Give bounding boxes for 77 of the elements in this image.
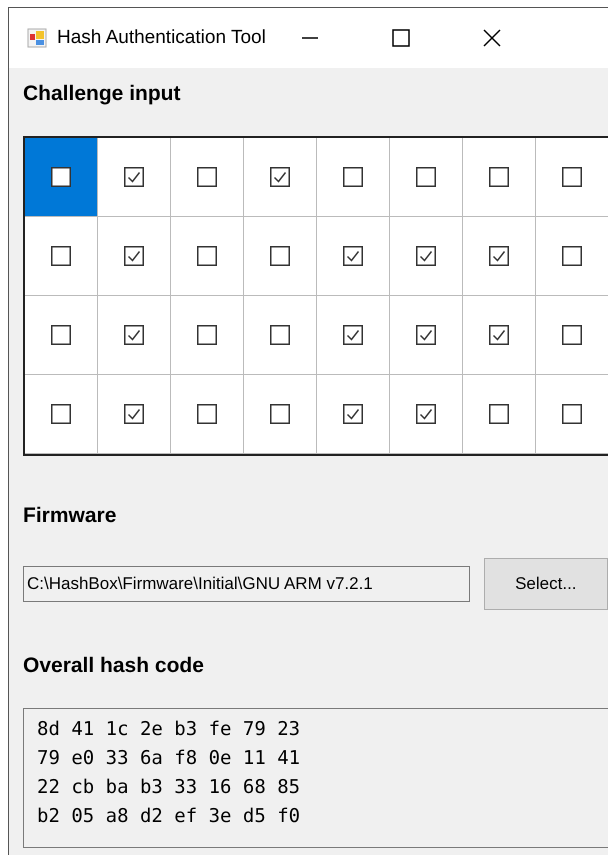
section-label: Firmware — [23, 504, 118, 529]
hash-line: 79 e0 33 6a f8 0e 11 41 — [37, 746, 302, 771]
checkbox[interactable] — [197, 246, 217, 266]
checkbox[interactable] — [51, 246, 71, 266]
grid-cell[interactable] — [390, 138, 463, 217]
checkbox[interactable] — [489, 246, 509, 266]
checkbox[interactable] — [270, 167, 290, 187]
checkbox[interactable] — [124, 246, 144, 266]
checkbox[interactable] — [124, 325, 144, 345]
app-icon — [27, 28, 47, 48]
grid-cell[interactable] — [98, 296, 171, 375]
grid-cell[interactable] — [98, 375, 171, 454]
grid-cell[interactable] — [390, 375, 463, 454]
grid-cell[interactable] — [98, 138, 171, 217]
checkbox[interactable] — [197, 167, 217, 187]
grid-cell[interactable] — [390, 217, 463, 296]
section-label: Overall hash code — [23, 654, 205, 679]
checkbox[interactable] — [416, 167, 436, 187]
checkbox[interactable] — [343, 325, 363, 345]
grid-cell[interactable] — [317, 217, 390, 296]
grid-cell[interactable] — [171, 375, 244, 454]
checkbox[interactable] — [124, 167, 144, 187]
checkbox[interactable] — [197, 325, 217, 345]
maximize-icon[interactable] — [390, 28, 411, 48]
checkbox[interactable] — [562, 325, 582, 345]
hash-line: 8d 41 1c 2e b3 fe 79 23 — [37, 717, 302, 742]
select-button[interactable]: Select... — [484, 558, 608, 610]
checkbox[interactable] — [489, 325, 509, 345]
grid-cell[interactable] — [536, 296, 608, 375]
grid-cell[interactable] — [244, 217, 317, 296]
grid-cell[interactable] — [463, 296, 536, 375]
window-title: Hash Authentication Tool — [57, 27, 266, 49]
checkbox[interactable] — [270, 404, 290, 424]
close-icon[interactable] — [482, 28, 502, 48]
checkbox[interactable] — [562, 167, 582, 187]
grid-cell[interactable] — [171, 296, 244, 375]
grid-cell[interactable] — [317, 375, 390, 454]
grid-cell[interactable] — [463, 217, 536, 296]
grid-cell[interactable] — [25, 217, 98, 296]
grid-cell[interactable] — [244, 375, 317, 454]
checkbox[interactable] — [416, 404, 436, 424]
grid-cell[interactable] — [536, 217, 608, 296]
checkbox[interactable] — [562, 404, 582, 424]
grid-cell[interactable] — [25, 138, 98, 217]
checkbox[interactable] — [197, 404, 217, 424]
grid-cell[interactable] — [463, 138, 536, 217]
grid-cell[interactable] — [25, 296, 98, 375]
grid-cell[interactable] — [317, 138, 390, 217]
grid-cell[interactable] — [536, 375, 608, 454]
checkbox[interactable] — [489, 404, 509, 424]
grid-cell[interactable] — [390, 296, 463, 375]
checkbox[interactable] — [489, 167, 509, 187]
grid-cell[interactable] — [317, 296, 390, 375]
checkbox[interactable] — [416, 246, 436, 266]
checkbox[interactable] — [270, 325, 290, 345]
checkbox[interactable] — [51, 404, 71, 424]
grid-cell[interactable] — [536, 138, 608, 217]
section-label: Challenge input — [23, 82, 182, 107]
hash-line: b2 05 a8 d2 ef 3e d5 f0 — [37, 804, 302, 829]
grid-cell[interactable] — [25, 375, 98, 454]
checkbox[interactable] — [270, 246, 290, 266]
checkbox[interactable] — [51, 167, 71, 187]
path-field[interactable]: C:\HashBox\Firmware\Initial\GNU ARM v7.2.1 — [23, 566, 470, 602]
grid-cell[interactable] — [244, 296, 317, 375]
checkbox[interactable] — [343, 246, 363, 266]
checkbox[interactable] — [562, 246, 582, 266]
checkbox[interactable] — [124, 404, 144, 424]
checkbox[interactable] — [343, 167, 363, 187]
grid-cell[interactable] — [171, 138, 244, 217]
hash-line: 22 cb ba b3 33 16 68 85 — [37, 775, 302, 800]
grid-cell[interactable] — [98, 217, 171, 296]
grid-cell[interactable] — [171, 217, 244, 296]
grid-cell[interactable] — [244, 138, 317, 217]
grid-cell[interactable] — [463, 375, 536, 454]
checkbox[interactable] — [416, 325, 436, 345]
checkbox[interactable] — [343, 404, 363, 424]
checkbox[interactable] — [51, 325, 71, 345]
